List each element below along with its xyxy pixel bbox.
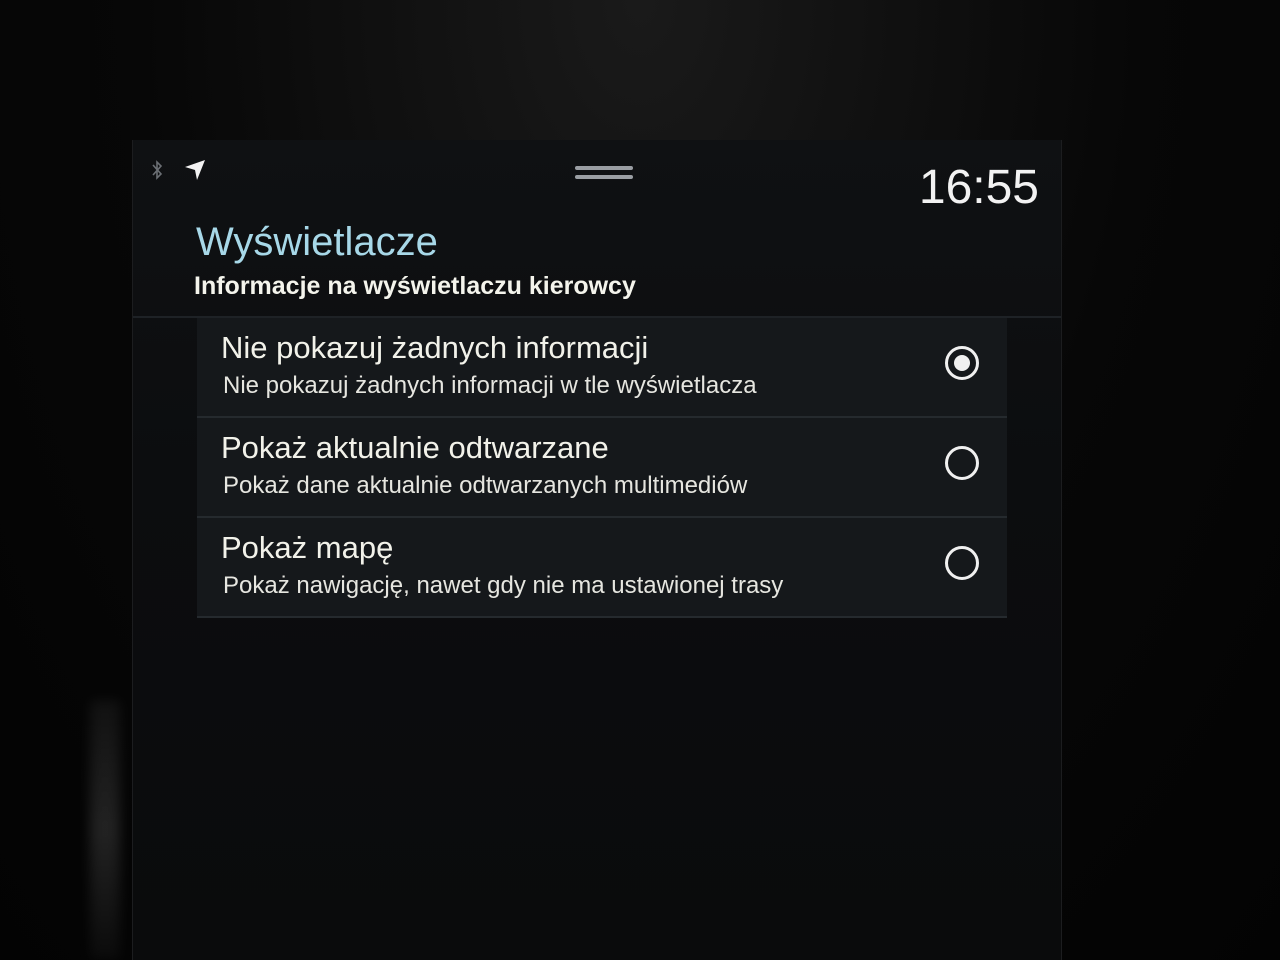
status-icons — [151, 158, 207, 182]
option-label: Nie pokazuj żadnych informacji — [221, 330, 649, 365]
glare-reflection — [90, 700, 120, 960]
option-now-playing[interactable]: Pokaż aktualnie odtwarzane Pokaż dane ak… — [197, 418, 1007, 518]
page-subtitle: Informacje na wyświetlaczu kierowcy — [194, 272, 636, 300]
clock: 16:55 — [918, 161, 1039, 214]
pull-down-handle[interactable] — [575, 166, 633, 180]
option-label: Pokaż mapę — [221, 530, 394, 565]
infotainment-screen: 16:55 Wyświetlacze Informacje na wyświet… — [132, 140, 1062, 960]
navigation-arrow-icon — [183, 158, 207, 182]
options-list: Nie pokazuj żadnych informacji Nie pokaz… — [197, 318, 1007, 618]
bluetooth-icon — [151, 160, 165, 180]
option-no-info[interactable]: Nie pokazuj żadnych informacji Nie pokaz… — [197, 318, 1007, 418]
option-description: Pokaż dane aktualnie odtwarzanych multim… — [223, 472, 748, 499]
radio-button-selected[interactable] — [945, 346, 979, 380]
option-label: Pokaż aktualnie odtwarzane — [221, 430, 609, 465]
radio-button[interactable] — [945, 546, 979, 580]
option-description: Nie pokazuj żadnych informacji w tle wyś… — [223, 372, 757, 399]
radio-button[interactable] — [945, 446, 979, 480]
option-description: Pokaż nawigację, nawet gdy nie ma ustawi… — [223, 572, 784, 599]
page-title: Wyświetlacze — [196, 220, 438, 264]
option-show-map[interactable]: Pokaż mapę Pokaż nawigację, nawet gdy ni… — [197, 518, 1007, 618]
